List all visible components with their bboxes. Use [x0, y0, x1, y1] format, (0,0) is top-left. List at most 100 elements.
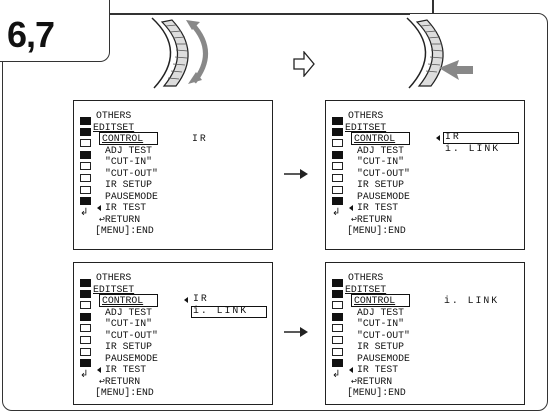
menu-section-label: EDITSET: [345, 121, 387, 133]
menu-item-return[interactable]: ↩RETURN: [345, 376, 410, 388]
menu-item-ir-test[interactable]: IR TEST: [93, 202, 158, 214]
transition-arrow-icon: [284, 169, 308, 179]
menu-item-ir-test-label: IR TEST: [357, 364, 399, 375]
menu-item-cut-out[interactable]: "CUT-OUT": [93, 330, 158, 342]
menu-item-ir-test-label: IR TEST: [105, 364, 147, 375]
menu-item-pausemode-label: PAUSEMODE: [105, 352, 158, 364]
memory-icon: [332, 313, 343, 321]
option-value[interactable]: IR: [192, 133, 208, 144]
menu-item-adj-test-label: ADJ TEST: [105, 144, 153, 156]
video-icon: [80, 162, 91, 170]
menu-item-control[interactable]: CONTROL: [345, 132, 411, 145]
menu-footer: [MENU]:END: [93, 387, 158, 399]
menu-title-label: OTHERS: [96, 272, 132, 283]
menu-footer: [MENU]:END: [345, 225, 410, 237]
option-ir[interactable]: IR: [193, 293, 209, 304]
menu-item-pausemode-label: PAUSEMODE: [357, 352, 410, 364]
menu-item-return[interactable]: ↩RETURN: [93, 376, 158, 388]
menu-item-return-label: ↩RETURN: [99, 213, 141, 225]
menu-item-pausemode[interactable]: PAUSEMODE: [345, 191, 410, 203]
menu-list: OTHERS EDITSET CONTROL ADJ TEST "CUT-IN" "CUT…: [345, 272, 411, 399]
menu-item-pausemode-label: PAUSEMODE: [357, 190, 410, 202]
cursor-marker-icon: [349, 205, 353, 211]
menu-item-cut-in[interactable]: "CUT-IN": [93, 318, 158, 330]
option-i-link[interactable]: i. LINK: [193, 305, 248, 316]
menu-item-cut-out[interactable]: "CUT-OUT": [345, 330, 410, 342]
option-value[interactable]: i. LINK: [444, 295, 499, 306]
lcd-icon: [80, 348, 91, 356]
menu-item-pausemode[interactable]: PAUSEMODE: [345, 353, 410, 365]
tape-menu-icon: [332, 290, 343, 298]
menu-item-adj-test[interactable]: ADJ TEST: [345, 307, 410, 319]
menu-item-control[interactable]: CONTROL: [93, 294, 159, 307]
divider-tick: [432, 0, 434, 14]
step-label: 6,7: [7, 14, 55, 55]
menu-title-label: OTHERS: [348, 272, 384, 283]
return-icon: ↲: [80, 369, 89, 380]
lcd-icon: [332, 186, 343, 194]
control-dial-icon: [151, 17, 208, 89]
menu-footer-label: [MENU]:END: [347, 387, 406, 398]
settings-icon: [332, 174, 343, 182]
menu-item-pausemode[interactable]: PAUSEMODE: [93, 191, 158, 203]
menu-item-ir-test[interactable]: IR TEST: [345, 202, 410, 214]
memory-icon: [80, 313, 91, 321]
menu-item-cut-out[interactable]: "CUT-OUT": [93, 168, 158, 180]
menu-item-cut-in-label: "CUT-IN": [105, 156, 153, 167]
menu-item-cut-out-label: "CUT-OUT": [357, 329, 410, 341]
option-ir[interactable]: IR: [445, 131, 461, 142]
camera-icon: [332, 139, 343, 147]
cursor-marker-icon: [349, 367, 353, 373]
transition-arrow-icon: [284, 327, 308, 337]
menu-item-return[interactable]: ↩RETURN: [345, 214, 410, 226]
menu-section-label: EDITSET: [345, 283, 387, 295]
tape-menu-icon: [80, 290, 91, 298]
menu-item-control[interactable]: CONTROL: [345, 294, 411, 307]
menu-list: OTHERS EDITSET CONTROL ADJ TEST "CUT-IN" "CUT…: [93, 110, 159, 237]
cursor-marker-icon: [97, 205, 101, 211]
menu-screen: ↲ OTHERS EDITSET CONTROL ADJ TEST "CUT-IN" "CU…: [73, 100, 273, 250]
camera-icon: [332, 301, 343, 309]
menu-item-ir-setup[interactable]: IR SETUP: [345, 179, 410, 191]
video-icon: [332, 162, 343, 170]
menu-item-adj-test[interactable]: ADJ TEST: [93, 145, 158, 157]
menu-footer: [MENU]:END: [93, 225, 158, 237]
return-icon: ↲: [80, 207, 89, 218]
menu-title: OTHERS: [93, 272, 158, 284]
menu-item-ir-setup[interactable]: IR SETUP: [93, 179, 158, 191]
tape-menu-icon: [80, 117, 91, 125]
menu-item-pausemode[interactable]: PAUSEMODE: [93, 353, 158, 365]
menu-item-adj-test[interactable]: ADJ TEST: [93, 307, 158, 319]
menu-item-control[interactable]: CONTROL: [93, 132, 159, 145]
menu-item-cut-in-label: "CUT-IN": [357, 156, 405, 167]
menu-item-ir-test[interactable]: IR TEST: [93, 364, 158, 376]
etc-icon: [332, 359, 343, 367]
menu-item-adj-test-label: ADJ TEST: [357, 306, 405, 318]
menu-item-ir-test[interactable]: IR TEST: [345, 364, 410, 376]
menu-item-cut-in[interactable]: "CUT-IN": [345, 318, 410, 330]
option-pointer-icon: [436, 135, 440, 141]
menu-screen: ↲ OTHERS EDITSET CONTROL ADJ TEST "CUT-IN" "CU…: [325, 262, 525, 405]
menu-item-pausemode-label: PAUSEMODE: [105, 190, 158, 202]
menu-item-cut-in-label: "CUT-IN": [357, 318, 405, 329]
etc-icon: [80, 359, 91, 367]
menu-title: OTHERS: [345, 110, 410, 122]
dial-press-icon: [406, 17, 473, 89]
menu-item-cut-out-label: "CUT-OUT": [357, 167, 410, 179]
cursor-marker-icon: [97, 367, 101, 373]
option-i-link[interactable]: i. LINK: [445, 143, 500, 154]
menu-item-cut-in[interactable]: "CUT-IN": [345, 156, 410, 168]
menu-item-adj-test[interactable]: ADJ TEST: [345, 145, 410, 157]
menu-item-ir-setup[interactable]: IR SETUP: [345, 341, 410, 353]
menu-item-cut-out-label: "CUT-OUT": [105, 167, 158, 179]
video-icon: [332, 324, 343, 332]
video-icon: [80, 324, 91, 332]
lcd-icon: [332, 348, 343, 356]
menu-item-return[interactable]: ↩RETURN: [93, 214, 158, 226]
menu-item-ir-setup[interactable]: IR SETUP: [93, 341, 158, 353]
menu-item-cut-out[interactable]: "CUT-OUT": [345, 168, 410, 180]
tape-menu-icon: [332, 279, 343, 287]
menu-footer-label: [MENU]:END: [347, 225, 406, 236]
menu-item-return-label: ↩RETURN: [351, 375, 393, 387]
menu-item-cut-in[interactable]: "CUT-IN": [93, 156, 158, 168]
